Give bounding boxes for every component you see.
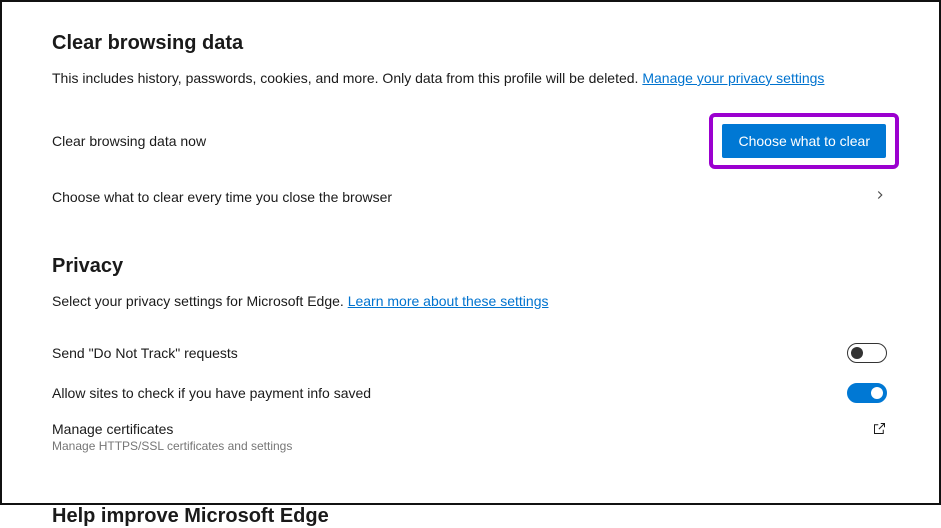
manage-privacy-settings-link[interactable]: Manage your privacy settings <box>642 70 824 86</box>
manage-certificates-row[interactable]: Manage certificates Manage HTTPS/SSL cer… <box>52 413 899 461</box>
highlight-box: Choose what to clear <box>709 113 899 169</box>
clear-on-close-label: Choose what to clear every time you clos… <box>52 189 392 205</box>
choose-what-to-clear-button[interactable]: Choose what to clear <box>722 124 886 158</box>
do-not-track-label: Send "Do Not Track" requests <box>52 345 238 361</box>
manage-certificates-label: Manage certificates <box>52 421 292 437</box>
section-privacy: Privacy Select your privacy settings for… <box>52 255 899 462</box>
payment-info-row: Allow sites to check if you have payment… <box>52 373 899 413</box>
learn-more-privacy-link[interactable]: Learn more about these settings <box>348 293 549 309</box>
chevron-right-icon <box>873 188 887 205</box>
section-clear-browsing-data: Clear browsing data This includes histor… <box>52 32 899 217</box>
help-improve-title: Help improve Microsoft Edge <box>52 505 899 528</box>
do-not-track-row: Send "Do Not Track" requests <box>52 333 899 373</box>
clear-data-now-label: Clear browsing data now <box>52 133 206 149</box>
manage-certificates-sub: Manage HTTPS/SSL certificates and settin… <box>52 439 292 453</box>
clear-data-now-row: Clear browsing data now Choose what to c… <box>52 111 899 171</box>
privacy-subtitle-text: Select your privacy settings for Microso… <box>52 293 348 309</box>
clear-data-subtitle: This includes history, passwords, cookie… <box>52 69 899 89</box>
payment-info-toggle[interactable] <box>847 383 887 403</box>
manage-certificates-text: Manage certificates Manage HTTPS/SSL cer… <box>52 421 292 453</box>
do-not-track-toggle[interactable] <box>847 343 887 363</box>
external-link-icon <box>872 421 887 439</box>
section-help-improve: Help improve Microsoft Edge <box>52 505 899 528</box>
payment-info-label: Allow sites to check if you have payment… <box>52 385 371 401</box>
clear-data-title: Clear browsing data <box>52 32 899 55</box>
clear-on-close-row[interactable]: Choose what to clear every time you clos… <box>52 177 899 217</box>
clear-data-subtitle-text: This includes history, passwords, cookie… <box>52 70 642 86</box>
privacy-subtitle: Select your privacy settings for Microso… <box>52 292 899 312</box>
privacy-title: Privacy <box>52 255 899 278</box>
